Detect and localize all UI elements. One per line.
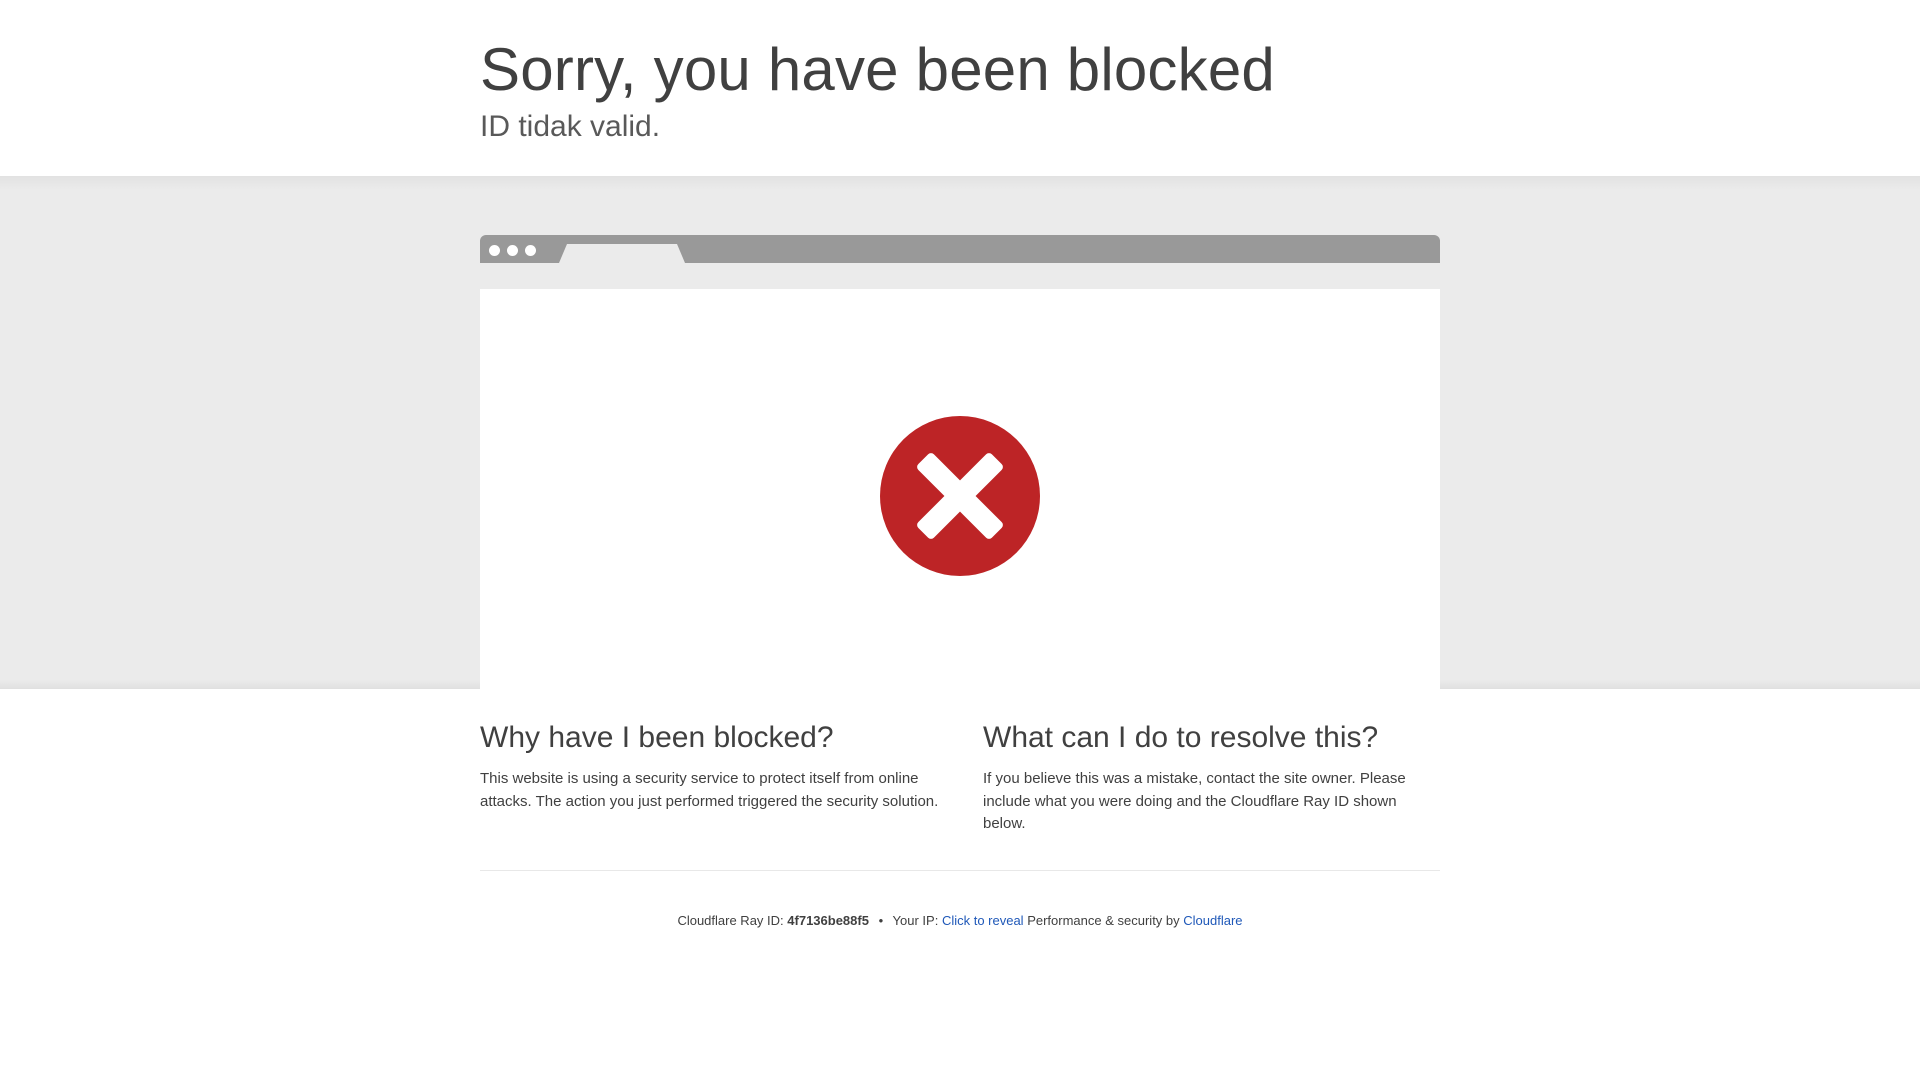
reveal-ip-link[interactable]: Click to reveal <box>942 913 1024 928</box>
resolve-heading: What can I do to resolve this? <box>983 721 1379 754</box>
footer: Cloudflare Ray ID: 4f7136be88f5 • Your I… <box>0 912 1920 930</box>
browser-tab <box>559 244 685 263</box>
window-dot-icon <box>525 245 536 256</box>
window-dot-icon <box>489 245 500 256</box>
browser-title-bar <box>480 235 1440 263</box>
page-header: Sorry, you have been blocked ID tidak va… <box>0 0 1920 176</box>
ip-label: Your IP: <box>892 913 939 928</box>
ray-id-value: 4f7136be88f5 <box>787 913 869 928</box>
why-blocked-section: Why have I been blocked? This website is… <box>480 718 940 813</box>
why-blocked-text: This website is using a security service… <box>480 770 939 810</box>
page-subtitle: ID tidak valid. <box>480 110 661 143</box>
browser-content <box>480 289 1440 689</box>
why-blocked-heading: Why have I been blocked? <box>480 721 834 754</box>
browser-address-strip <box>480 263 1440 289</box>
page-title: Sorry, you have been blocked <box>480 36 1275 103</box>
window-dot-icon <box>507 245 518 256</box>
browser-illustration <box>480 235 1440 689</box>
resolve-text: If you believe this was a mistake, conta… <box>983 770 1406 832</box>
performance-label: Performance & security by <box>1027 913 1180 928</box>
blocked-x-icon <box>880 416 1040 576</box>
footer-divider <box>480 870 1440 871</box>
resolve-section: What can I do to resolve this? If you be… <box>983 718 1443 836</box>
cloudflare-link[interactable]: Cloudflare <box>1183 913 1242 928</box>
footer-bullet: • <box>878 913 884 928</box>
ray-id-label: Cloudflare Ray ID: <box>677 913 784 928</box>
